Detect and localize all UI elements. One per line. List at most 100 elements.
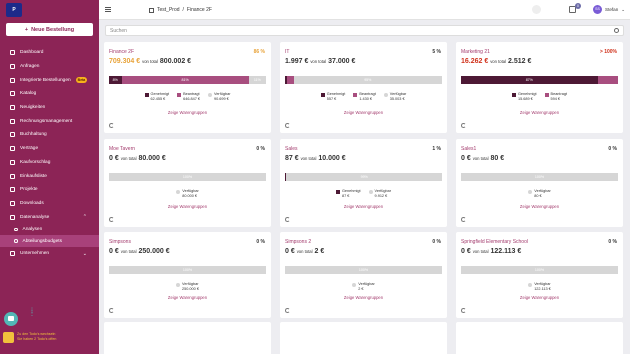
show-product-groups-link[interactable]: Zeige Warengruppen [456,295,623,300]
sidebar-item-shopping-list[interactable]: Einkaufsliste [0,169,99,183]
budget-total: 10.000 € [318,155,346,162]
search-input[interactable]: Suchen [105,25,624,36]
budget-total: 800.002 € [159,58,192,65]
bar-segment-av: 100% [461,173,618,181]
budget-used: 0 € [461,155,471,162]
budget-amount: 16.262 € von total 2.512 € [461,58,531,65]
sidebar-item-invoices[interactable]: Rechnungsmanagement [0,114,99,128]
chat-icon[interactable] [4,312,18,326]
company-icon [10,251,15,257]
legend-value: 2 € [358,286,364,291]
refresh-icon[interactable] [109,217,114,222]
bar-segment-req: 81% [121,76,249,84]
budget-title[interactable]: Simpsons [109,239,131,245]
show-product-groups-link[interactable]: Zeige Warengruppen [104,204,271,209]
budget-legend: Verfügbar 80.000 € [104,189,271,198]
orders-icon [10,77,15,83]
sidebar-nav: Dashboard Anfragen Integrierte Bestellun… [0,46,99,261]
sidebar-item-requests[interactable]: Anfragen [0,60,99,74]
user-menu[interactable]: SS Stefan ⌄ [593,5,625,14]
sidebar-item-label: Projekte [20,187,38,193]
show-product-groups-link[interactable]: Zeige Warengruppen [280,204,447,209]
of-total-label: von total [472,156,489,161]
refresh-icon[interactable] [461,123,466,128]
legend-text: Verfügbar 35.003 € [390,92,406,101]
refresh-icon[interactable] [461,217,466,222]
sidebar: P + Neue Bestellung Dashboard Anfragen I… [0,0,99,354]
show-product-groups-link[interactable]: Zeige Warengruppen [280,110,447,115]
budget-percent: 5 % [432,49,441,55]
legend-swatch-available [528,282,533,287]
sidebar-item-label: Unternehmen [20,251,50,257]
sidebar-item-integrated-orders[interactable]: Integrierte Bestellungen Beta [0,73,99,87]
budget-title[interactable]: Springfield Elementary School [461,239,528,245]
search-icon[interactable] [532,5,541,14]
drag-handle-icon[interactable]: ⋮ ⋮ [29,308,35,317]
refresh-icon[interactable] [109,123,114,128]
menu-icon[interactable] [105,7,111,12]
budget-title[interactable]: Moe Tavern [109,146,135,152]
legend-swatch-available [383,92,388,97]
sidebar-item-downloads[interactable]: Downloads [0,197,99,211]
new-order-button[interactable]: + Neue Bestellung [6,23,93,36]
legend-available: Verfügbar 9.912 € [368,189,391,198]
refresh-icon[interactable] [109,308,114,313]
todo-icon [3,331,14,343]
show-product-groups-link[interactable]: Zeige Warengruppen [104,295,271,300]
legend-value: 80.000 € [182,193,198,198]
app-logo[interactable]: P [6,3,22,17]
bar-segment-av: 99% [286,173,442,181]
show-product-groups-link[interactable]: Zeige Warengruppen [104,110,271,115]
bar-segment-app: 8% [109,76,122,84]
legend-label: Verfügbar [358,282,375,286]
sidebar-item-label: Integrierte Bestellungen [20,77,71,83]
budget-title[interactable]: IT [285,49,289,55]
budget-title[interactable]: Sales1 [461,146,476,152]
breadcrumb-current: Finance 2F [186,7,212,13]
budget-legend: Verfügbar 122.113 € [456,282,623,291]
budget-title[interactable]: Simpsons 2 [285,239,311,245]
refresh-icon[interactable] [285,123,290,128]
sidebar-item-projects[interactable]: Projekte [0,183,99,197]
todo-text: Zu den Todo's wechseln Sie haben 2 Todo'… [17,332,56,342]
budget-progress-bar: 87% [461,76,618,84]
sidebar-item-dashboard[interactable]: Dashboard [0,46,99,60]
budget-card: Finance 2F 86 % 709.304 € von total 800.00… [104,42,271,133]
legend-approved: Genehmigt 62.455 € [144,92,169,101]
building-icon [149,7,154,13]
legend-swatch-approved [335,189,340,194]
refresh-icon[interactable] [285,308,290,313]
of-total-label: von total [120,249,137,254]
sidebar-item-news[interactable]: Neuigkeiten [0,101,99,115]
sidebar-item-analyses[interactable]: Analysen [0,224,99,236]
legend-text: Verfügbar 90.699 € [214,92,230,101]
sidebar-item-data-analysis[interactable]: Datenanalyse ⌃ [0,210,99,224]
bar-segment-av: 100% [109,266,266,274]
sidebar-item-department-budgets[interactable]: Abteilungsbudgets [0,235,99,247]
search-placeholder: Suchen [110,28,127,34]
budget-title[interactable]: Finance 2F [109,49,134,55]
budget-title[interactable]: Sales [285,146,298,152]
refresh-icon[interactable] [285,217,290,222]
show-product-groups-link[interactable]: Zeige Warengruppen [280,295,447,300]
show-product-groups-link[interactable]: Zeige Warengruppen [456,204,623,209]
bar-segment-av: 100% [461,266,618,274]
budget-percent: > 100% [599,49,617,55]
legend-text: Verfügbar 250.000 € [182,282,199,291]
legend-value: 122.113 € [534,286,551,291]
budget-used: 0 € [109,155,119,162]
sidebar-item-accounting[interactable]: Buchhaltung [0,128,99,142]
sidebar-item-purchase-suggestion[interactable]: Kaufvorschlag [0,156,99,170]
sidebar-item-catalog[interactable]: Katalog [0,87,99,101]
budget-title[interactable]: Marketing 21 [461,49,490,55]
refresh-icon[interactable] [461,308,466,313]
budget-legend: Verfügbar 250.000 € [104,282,271,291]
breadcrumb-root[interactable]: Test_Prod [157,7,180,13]
sidebar-item-label: Downloads [20,200,44,206]
legend-available: Verfügbar 80.000 € [176,189,199,198]
todo-banner[interactable]: Zu den Todo's wechseln Sie haben 2 Todo'… [3,330,96,344]
sidebar-item-contracts[interactable]: Verträge [0,142,99,156]
sidebar-item-company[interactable]: Unternehmen ⌄ [0,247,99,261]
show-product-groups-link[interactable]: Zeige Warengruppen [456,110,623,115]
of-total-label: von total [472,249,489,254]
